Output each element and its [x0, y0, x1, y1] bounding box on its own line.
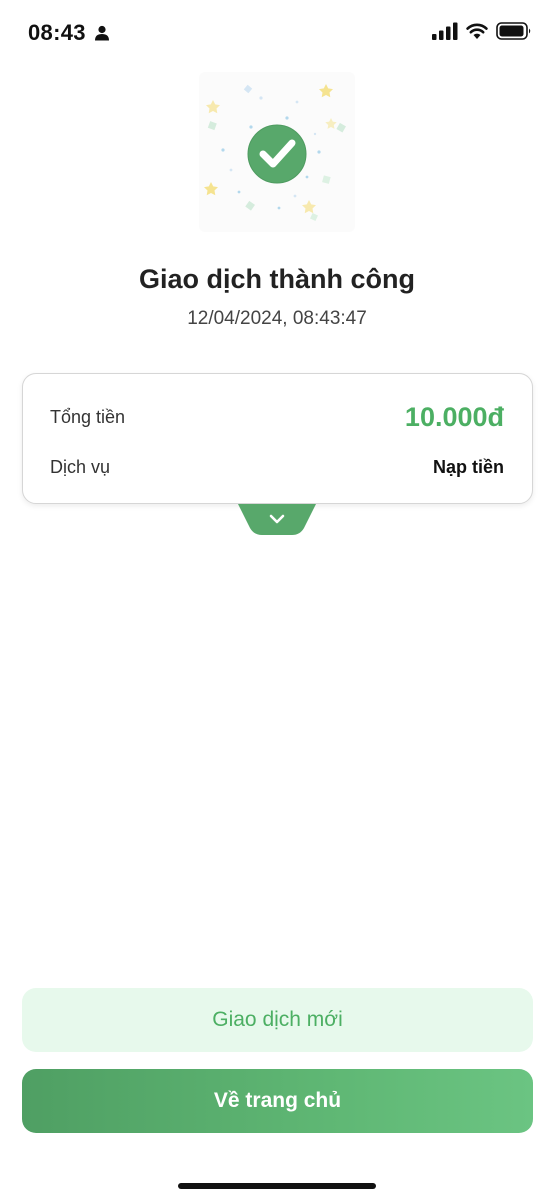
person-icon [95, 25, 109, 41]
new-transaction-button[interactable]: Giao dịch mới [22, 988, 533, 1052]
battery-icon [496, 22, 531, 40]
service-value: Nạp tiền [432, 456, 504, 477]
check-circle-icon [204, 84, 346, 221]
total-amount: 10.000đ [404, 401, 504, 432]
home-indicator[interactable] [178, 1183, 376, 1189]
status-bar: 08:43 [0, 0, 554, 66]
home-button[interactable]: Về trang chủ [22, 1069, 533, 1133]
transaction-detail-card: Tổng tiền 10.000đ Dịch vụ Nạp tiền [22, 373, 533, 504]
total-row: Tổng tiền 10.000đ [50, 398, 504, 436]
wifi-icon [466, 23, 488, 39]
status-time: 08:43 [28, 20, 86, 45]
total-label: Tổng tiền [50, 406, 126, 427]
service-row: Dịch vụ Nạp tiền [50, 452, 504, 482]
status-icons [432, 22, 532, 40]
result-datetime: 12/04/2024, 08:43:47 [187, 308, 367, 329]
result-title: Giao dịch thành công [139, 264, 415, 294]
success-illustration [199, 72, 355, 232]
expand-details-button[interactable] [238, 504, 316, 536]
service-label: Dịch vụ [50, 456, 111, 477]
signal-icon [432, 22, 458, 40]
